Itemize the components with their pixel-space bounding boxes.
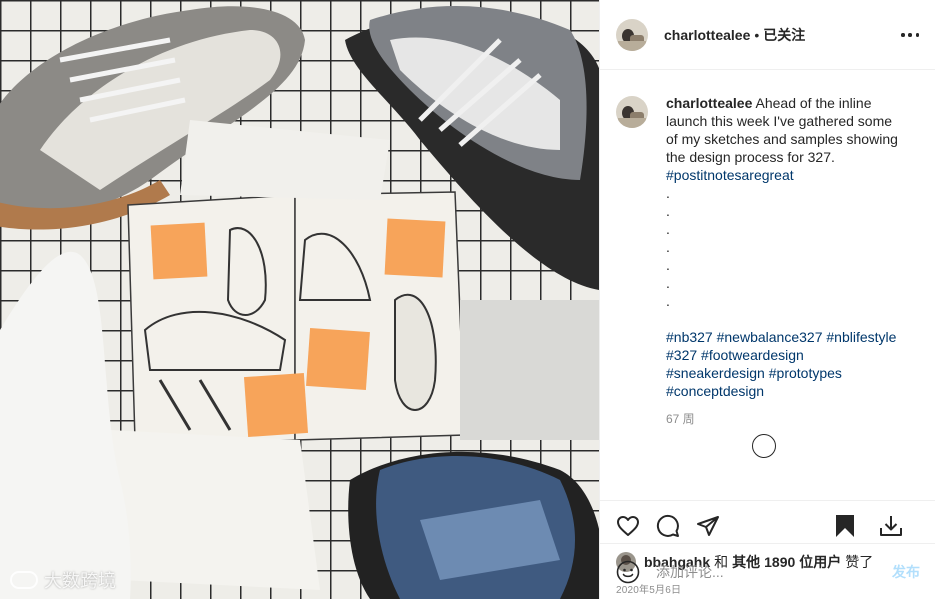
- comment-input[interactable]: [656, 563, 892, 580]
- post-side-panel: charlottealee • 已关注 charlottealee Ahead …: [599, 0, 935, 599]
- hashtag-link[interactable]: #footweardesign: [701, 347, 804, 363]
- comments-area: charlottealee Ahead of the inline launch…: [600, 70, 935, 500]
- watermark-logo-icon: [10, 571, 38, 589]
- dot-line: .: [666, 239, 670, 255]
- hashtag-link[interactable]: #sneakerdesign: [666, 365, 765, 381]
- dot-line: .: [666, 275, 670, 291]
- hashtag-link[interactable]: #nblifestyle: [826, 329, 896, 345]
- dot-line: .: [666, 203, 670, 219]
- hashtag-link[interactable]: #prototypes: [769, 365, 842, 381]
- hashtag-link[interactable]: #newbalance327: [717, 329, 823, 345]
- header-username[interactable]: charlottealee: [664, 27, 750, 43]
- caption-avatar[interactable]: [616, 96, 648, 128]
- download-icon[interactable]: [879, 514, 903, 538]
- caption-body: charlottealee Ahead of the inline launch…: [666, 94, 906, 428]
- dot-line: .: [666, 257, 670, 273]
- hashtag-link[interactable]: #postitnotesaregreat: [666, 167, 794, 183]
- caption-dots: . . . . . . .: [666, 184, 906, 310]
- hashtag-list: #nb327 #newbalance327 #nblifestyle #327 …: [666, 328, 906, 400]
- load-more-comments-icon[interactable]: [752, 434, 776, 458]
- share-icon[interactable]: [696, 514, 720, 538]
- dot-line: .: [666, 293, 670, 309]
- header-avatar[interactable]: [616, 18, 648, 51]
- bookmark-icon[interactable]: [833, 514, 857, 538]
- caption-time-ago[interactable]: 67 周: [666, 410, 906, 428]
- dot-line: .: [666, 221, 670, 237]
- caption-username[interactable]: charlottealee: [666, 95, 752, 111]
- post-header: charlottealee • 已关注: [600, 0, 935, 70]
- emoji-icon[interactable]: [616, 560, 640, 584]
- post-viewer: 大数跨境 charlottealee • 已关注 charlottealee A…: [0, 0, 935, 599]
- caption: charlottealee Ahead of the inline launch…: [616, 94, 919, 428]
- hashtag-link[interactable]: #conceptdesign: [666, 383, 764, 399]
- header-separator: •: [754, 26, 760, 43]
- post-photo[interactable]: 大数跨境: [0, 0, 599, 599]
- photo-illustration: [0, 0, 599, 599]
- heart-icon[interactable]: [616, 514, 640, 538]
- dot-line: .: [666, 185, 670, 201]
- comment-icon[interactable]: [656, 514, 680, 538]
- post-comment-button[interactable]: 发布: [892, 562, 920, 582]
- follow-status-button[interactable]: 已关注: [763, 25, 805, 45]
- add-comment-bar: 发布: [600, 543, 935, 599]
- more-options-icon[interactable]: [901, 26, 919, 44]
- watermark-text: 大数跨境: [44, 571, 116, 592]
- watermark: 大数跨境: [10, 567, 116, 593]
- hashtag-link[interactable]: #327: [666, 347, 697, 363]
- hashtag-link[interactable]: #nb327: [666, 329, 713, 345]
